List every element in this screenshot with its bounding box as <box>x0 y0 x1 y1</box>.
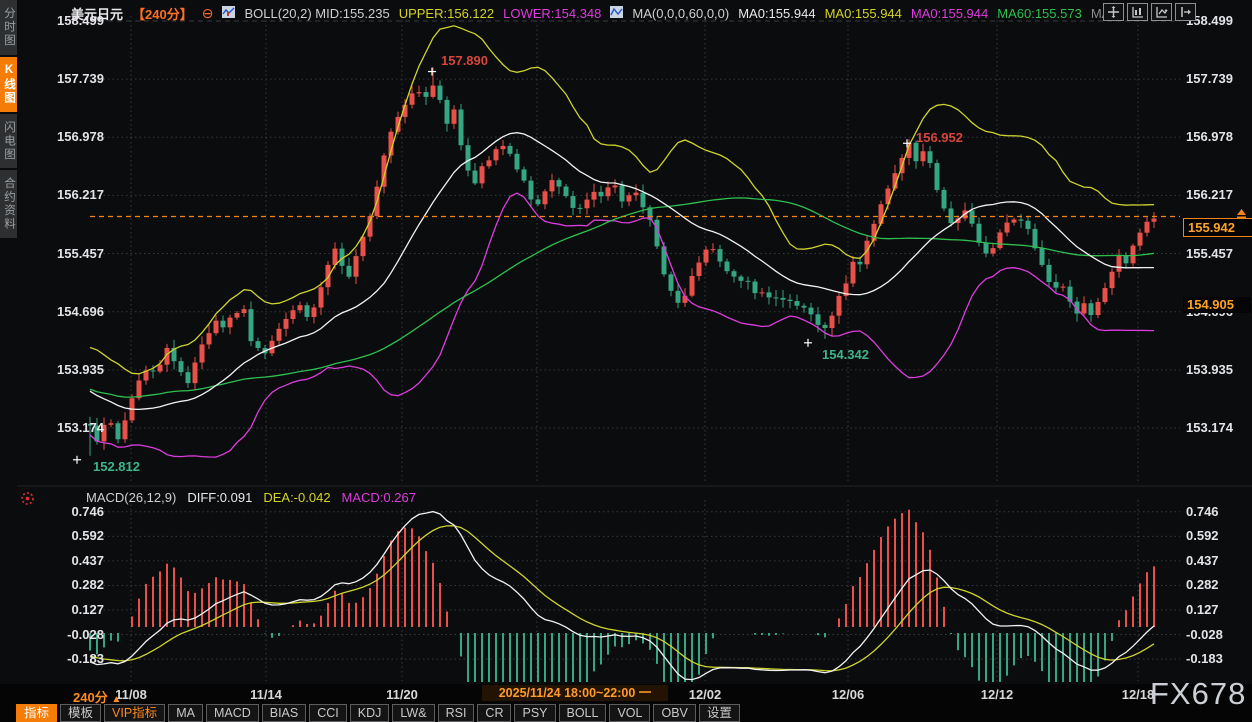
price-annotation-red: 157.890 <box>441 53 488 68</box>
sidebar: 分时图 K线图闪电图合约资料 <box>0 0 17 238</box>
x-axis-date-label: 11/20 <box>370 687 434 702</box>
indicator-toolbar: 指标模板VIP指标MAMACDBIASCCIKDJLW&RSICRPSYBOLL… <box>16 704 740 722</box>
macd-header: MACD(26,12,9) DIFF:0.091 DEA:-0.042 MACD… <box>86 490 416 505</box>
price-tick-label-right: 153.174 <box>1186 420 1248 436</box>
ma0-value-magenta: MA0:155.944 <box>911 6 988 21</box>
toolbar-button-vol[interactable]: VOL <box>609 704 650 722</box>
toolbar-button-cr[interactable]: CR <box>477 704 511 722</box>
price-tick-label-right: 157.739 <box>1186 71 1248 87</box>
toolbar-button-ma[interactable]: MA <box>168 704 203 722</box>
toolbar-button-settings[interactable]: 设置 <box>699 704 740 722</box>
macd-tick-label-right: 0.746 <box>1186 504 1248 520</box>
macd-tick-label-right: 0.592 <box>1186 528 1248 544</box>
toolbar-button-cci[interactable]: CCI <box>309 704 347 722</box>
sidebar-item-timeshare-chart[interactable]: 分时图 <box>0 0 17 55</box>
price-tick-label-right: 153.935 <box>1186 362 1248 378</box>
overlay-chart-icon[interactable] <box>1151 3 1172 21</box>
sidebar-item-flash-chart[interactable]: 闪电图 <box>0 114 17 169</box>
x-axis-date-label: 12/12 <box>965 687 1029 702</box>
macd-tick-label-right: 0.282 <box>1186 577 1248 593</box>
chart-header: 美元日元 【240分】 ⊖ BOLL(20,2) MID:155.235 UPP… <box>71 4 1121 22</box>
price-annotation-green: 152.812 <box>93 459 140 474</box>
toolbar-button-rsi[interactable]: RSI <box>438 704 475 722</box>
ma60-value: MA60:155.573 <box>997 6 1082 21</box>
toolbar-button-macd[interactable]: MACD <box>206 704 259 722</box>
crosshair-move-icon[interactable] <box>1103 3 1124 21</box>
macd-tick-label-left: -0.028 <box>26 627 104 643</box>
macd-tick-label-left: 0.437 <box>26 553 104 569</box>
candlestick-chart-canvas[interactable] <box>0 0 1252 722</box>
chart-tools <box>1103 3 1196 21</box>
sidebar-item-kline-chart[interactable]: K线图 <box>0 57 17 112</box>
x-axis-date-label: 12/02 <box>673 687 737 702</box>
price-annotation-green: 154.342 <box>822 347 869 362</box>
macd-tick-label-right: -0.183 <box>1186 651 1248 667</box>
toolbar-button-obv[interactable]: OBV <box>653 704 695 722</box>
macd-tick-label-left: -0.183 <box>26 651 104 667</box>
macd-tick-label-left: 0.746 <box>26 504 104 520</box>
macd-tick-label-left: 0.592 <box>26 528 104 544</box>
macd-tick-label-right: 0.437 <box>1186 553 1248 569</box>
macd-tick-label-left: 0.127 <box>26 602 104 618</box>
price-tick-label-right: 156.978 <box>1186 129 1248 145</box>
toolbar-button-boll[interactable]: BOLL <box>559 704 607 722</box>
alert-arrow-icon[interactable] <box>1236 206 1247 224</box>
ma0-value-yellow: MA0:155.944 <box>825 6 902 21</box>
price-tick-label-left: 156.978 <box>26 129 104 145</box>
price-tick-label-left: 155.457 <box>26 246 104 262</box>
macd-params: MACD(26,12,9) <box>86 490 176 505</box>
crosshair-datetime-box: 2025/11/24 18:00~22:00 一 <box>482 685 668 701</box>
x-axis-date-label: 11/14 <box>234 687 298 702</box>
price-tick-label-left: 153.174 <box>26 420 104 436</box>
price-tick-label-left: 156.217 <box>26 187 104 203</box>
toolbar-button-bias[interactable]: BIAS <box>262 704 307 722</box>
ma0-value-white: MA0:155.944 <box>738 6 815 21</box>
watermark-fx678: FX678 <box>1150 676 1246 712</box>
x-axis-date-label: 12/06 <box>816 687 880 702</box>
price-tick-label-left: 154.696 <box>26 304 104 320</box>
indicator-window-icon[interactable] <box>1127 3 1148 21</box>
period-label[interactable]: 【240分】 <box>132 4 193 23</box>
boll-lower-value: LOWER:154.348 <box>503 6 601 21</box>
toolbar-button-vip-indicator[interactable]: VIP指标 <box>104 704 165 722</box>
price-tick-label-right: 156.217 <box>1186 187 1248 203</box>
macd-diff-value: DIFF:0.091 <box>187 490 252 505</box>
sidebar-item-contract-info[interactable]: 合约资料 <box>0 170 17 238</box>
toolbar-button-psy[interactable]: PSY <box>514 704 555 722</box>
price-tick-label-left: 153.935 <box>26 362 104 378</box>
macd-macd-value: MACD:0.267 <box>342 490 416 505</box>
pan-right-icon[interactable] <box>1175 3 1196 21</box>
boll-indicator-icon[interactable] <box>222 6 235 21</box>
chart-app: 分时图 K线图闪电图合约资料 美元日元 【240分】 ⊖ BOLL(20,2) M… <box>0 0 1252 722</box>
boll-upper-value: UPPER:156.122 <box>399 6 494 21</box>
toolbar-button-indicator[interactable]: 指标 <box>16 704 57 722</box>
ma-indicator-icon[interactable] <box>610 6 623 21</box>
toolbar-button-template[interactable]: 模板 <box>60 704 101 722</box>
macd-dea-value: DEA:-0.042 <box>263 490 330 505</box>
toolbar-button-lwr[interactable]: LW& <box>392 704 434 722</box>
toolbar-button-kdj[interactable]: KDJ <box>350 704 390 722</box>
ma-params: MA(0,0,0,60,0,0) <box>632 6 729 21</box>
price-tick-label-left: 157.739 <box>26 71 104 87</box>
macd-tick-label-right: -0.028 <box>1186 627 1248 643</box>
crosshair-price-box: 154.905 <box>1183 297 1251 313</box>
minus-circle-icon[interactable]: ⊖ <box>202 5 214 22</box>
price-annotation-red: 156.952 <box>916 130 963 145</box>
boll-values: BOLL(20,2) MID:155.235 <box>244 6 389 21</box>
macd-tick-label-right: 0.127 <box>1186 602 1248 618</box>
macd-tick-label-left: 0.282 <box>26 577 104 593</box>
price-tick-label-right: 155.457 <box>1186 246 1248 262</box>
symbol-name: 美元日元 <box>71 4 123 23</box>
